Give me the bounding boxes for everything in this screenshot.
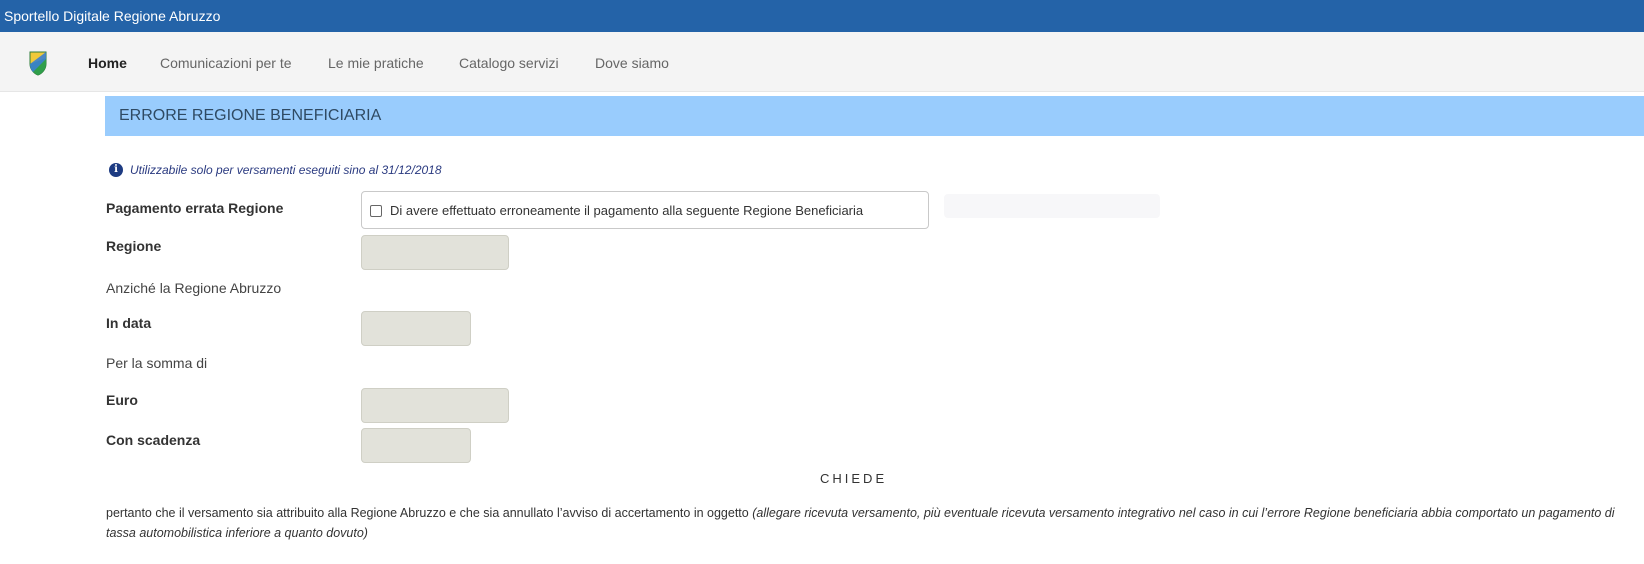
anziche-text: Anziché la Regione Abruzzo	[106, 280, 282, 296]
info-icon: i	[109, 163, 123, 177]
chiede-heading: CHIEDE	[820, 471, 888, 486]
section-title-text: ERRORE REGIONE BENEFICIARIA	[119, 107, 382, 124]
nav-catalogo-servizi[interactable]: Catalogo servizi	[459, 55, 559, 71]
con-scadenza-label: Con scadenza	[106, 432, 201, 448]
request-text: pertanto che il versamento sia attribuit…	[106, 506, 749, 520]
per-la-somma-text: Per la somma di	[106, 355, 208, 371]
euro-field[interactable]	[361, 388, 509, 423]
nav-dove-siamo[interactable]: Dove siamo	[595, 55, 669, 71]
app-title: Sportello Digitale Regione Abruzzo	[4, 8, 221, 24]
nav-comunicazioni[interactable]: Comunicazioni per te	[160, 55, 292, 71]
request-paragraph: pertanto che il versamento sia attribuit…	[106, 503, 1636, 543]
checkbox-container: Di avere effettuato erroneamente il paga…	[361, 191, 929, 229]
nav-le-mie-pratiche[interactable]: Le mie pratiche	[328, 55, 424, 71]
in-data-label: In data	[106, 315, 152, 331]
con-scadenza-field[interactable]	[361, 428, 471, 463]
in-data-field[interactable]	[361, 311, 471, 346]
pagamento-errato-checkbox-label[interactable]: Di avere effettuato erroneamente il paga…	[390, 203, 863, 218]
app-title-bar: Sportello Digitale Regione Abruzzo	[0, 0, 1644, 32]
pagamento-errato-checkbox[interactable]	[370, 205, 382, 217]
faded-overlay	[944, 194, 1160, 218]
pagamento-errata-label: Pagamento errata Regione	[106, 200, 284, 216]
regione-field[interactable]	[361, 235, 509, 270]
section-title: ERRORE REGIONE BENEFICIARIA	[105, 96, 1644, 136]
info-note: Utilizzabile solo per versamenti eseguit…	[130, 163, 442, 177]
nav-home[interactable]: Home	[88, 55, 127, 71]
region-logo-icon[interactable]	[28, 50, 48, 76]
euro-label: Euro	[106, 392, 138, 408]
regione-label: Regione	[106, 238, 162, 254]
